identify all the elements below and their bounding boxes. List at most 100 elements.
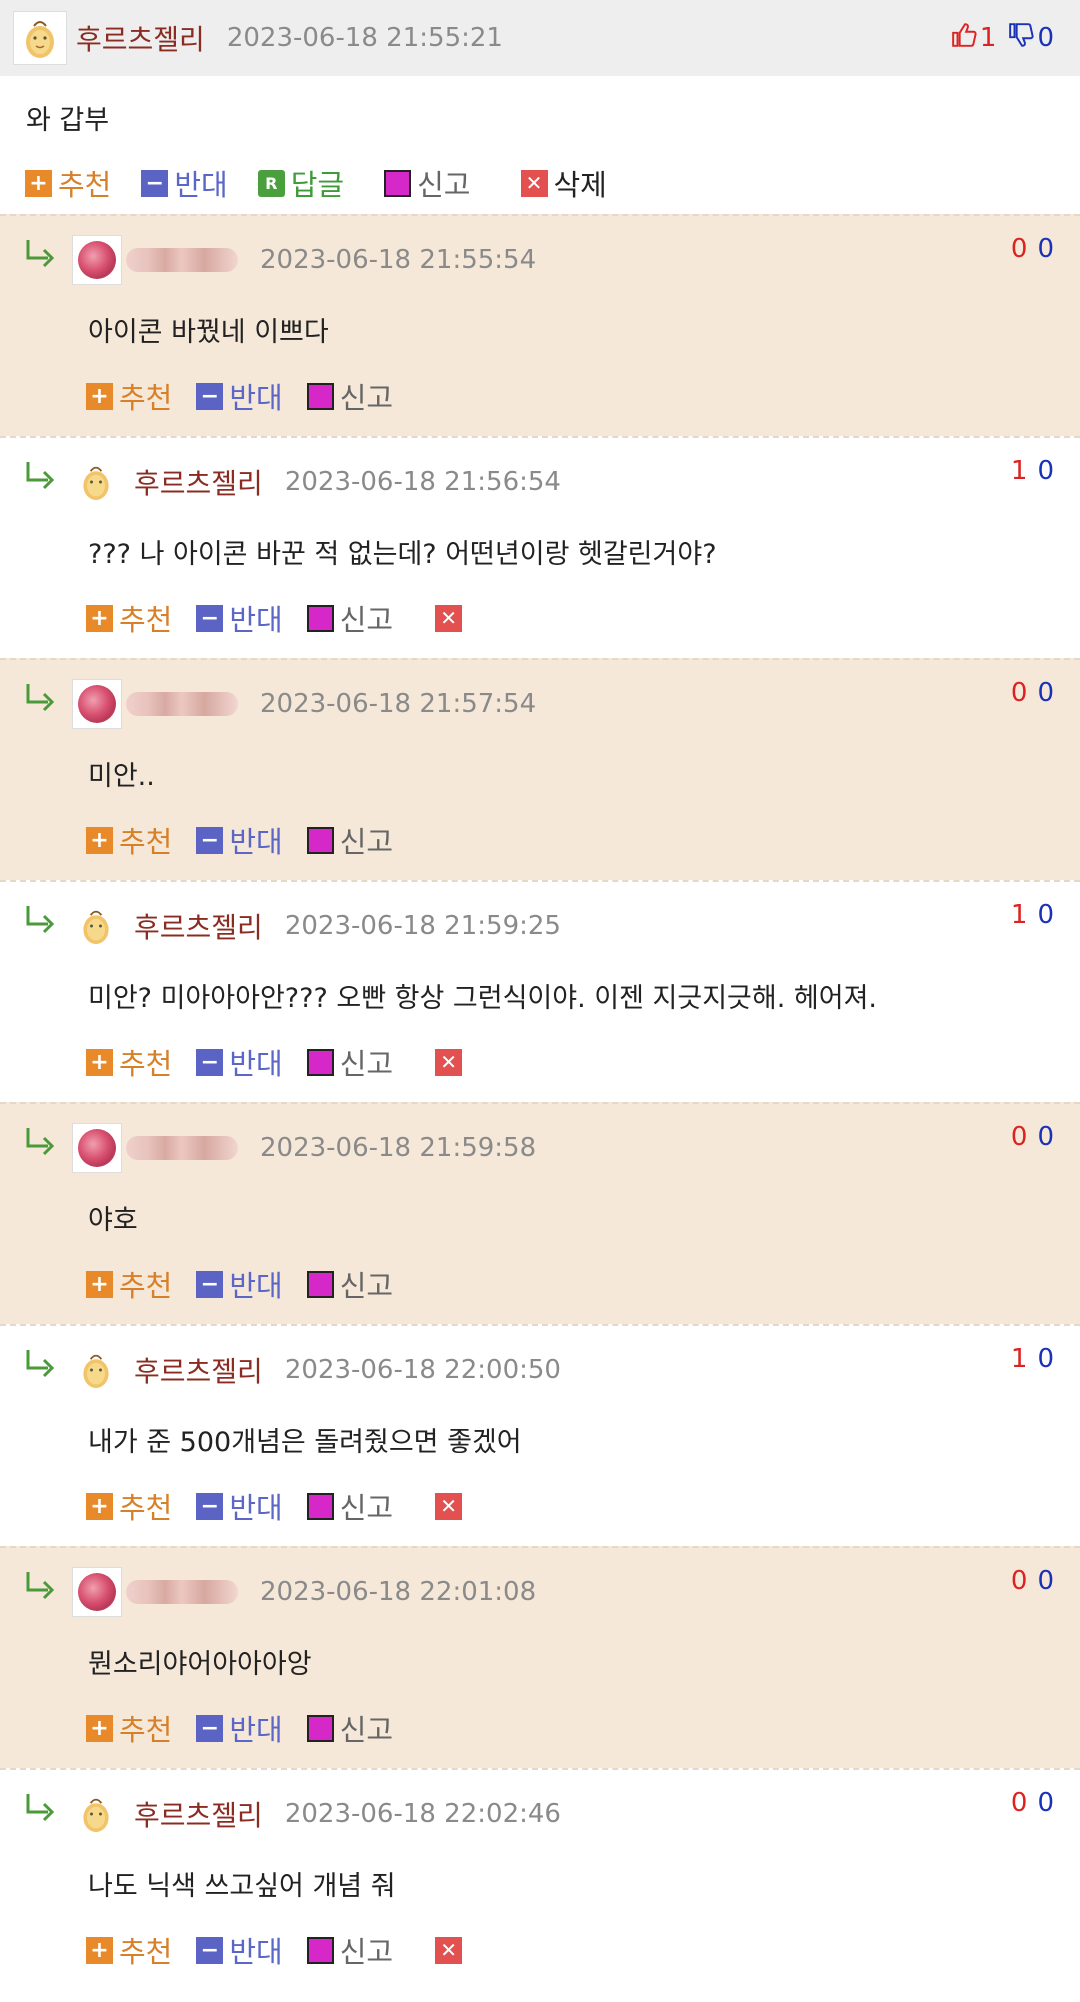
close-icon: ✕	[435, 1492, 463, 1520]
oppose-button[interactable]: − 반대	[196, 819, 283, 861]
recommend-button[interactable]: + 추천	[86, 1263, 172, 1305]
plus-icon: +	[86, 1936, 113, 1964]
plus-icon: +	[86, 1492, 113, 1520]
oppose-button[interactable]: − 반대	[141, 162, 228, 204]
blurred-nickname	[126, 692, 238, 716]
comment-row: 2023-06-18 21:57:54 00 미안.. + 추천 − 반대 신고	[0, 658, 1080, 880]
recommend-button[interactable]: + 추천	[86, 1485, 172, 1527]
recommend-button[interactable]: + 추천	[86, 1707, 172, 1749]
comment-votes: 00	[1011, 234, 1054, 264]
minus-icon: −	[196, 1492, 224, 1520]
minus-icon: −	[196, 1048, 224, 1076]
author-avatar[interactable]	[72, 458, 120, 506]
comment-nickname[interactable]: 후르츠젤리	[134, 906, 263, 946]
oppose-button[interactable]: − 반대	[196, 1263, 283, 1305]
comment-text: 뭔소리야어아아아앙	[88, 1649, 312, 1680]
recommend-button[interactable]: + 추천	[86, 1929, 172, 1971]
plus-icon: +	[86, 826, 113, 854]
thumbs-up-icon[interactable]	[951, 22, 977, 55]
recommend-button[interactable]: + 추천	[86, 819, 172, 861]
comment-up-count: 0	[1010, 1788, 1028, 1818]
reply-arrow-icon	[26, 240, 55, 268]
report-button[interactable]: 신고	[306, 1041, 393, 1083]
rose-avatar[interactable]	[72, 1567, 122, 1617]
report-button[interactable]: 신고	[306, 597, 393, 639]
comment-date: 2023-06-18 21:56:54	[284, 467, 561, 497]
author-avatar[interactable]	[72, 902, 120, 950]
report-button[interactable]: 신고	[306, 1485, 393, 1527]
report-button[interactable]: 신고	[306, 375, 393, 417]
recommend-button[interactable]: + 추천	[25, 162, 111, 204]
comment-text: 아이콘 바꿨네 이쁘다	[88, 317, 329, 348]
reply-arrow-icon	[26, 1350, 55, 1378]
comment-up-count: 1	[1010, 456, 1028, 486]
post-votes: 1 0	[948, 0, 1054, 76]
report-button[interactable]: 신고	[384, 162, 471, 204]
comment-nickname[interactable]: 후르츠젤리	[134, 1350, 263, 1390]
rose-avatar[interactable]	[72, 1123, 122, 1173]
delete-button[interactable]: ✕	[435, 1048, 468, 1076]
comment-row: 후르츠젤리 2023-06-18 21:59:25 10 미안? 미아아아안??…	[0, 880, 1080, 1102]
comment-date: 2023-06-18 21:57:54	[260, 689, 537, 719]
up-count: 1	[979, 23, 997, 53]
oppose-button[interactable]: − 반대	[196, 375, 283, 417]
comment-actions: + 추천 − 반대 신고	[86, 1705, 417, 1751]
post-header: 후르츠젤리 2023-06-18 21:55:21 1 0	[0, 0, 1080, 76]
comment-nickname[interactable]: 후르츠젤리	[134, 1794, 263, 1834]
delete-button[interactable]: ✕	[435, 604, 468, 632]
thumbs-down-icon[interactable]	[1008, 22, 1035, 55]
oppose-button[interactable]: − 반대	[196, 1041, 283, 1083]
comment-down-count: 0	[1037, 1566, 1054, 1596]
comment-list: 2023-06-18 21:55:54 00 아이콘 바꿨네 이쁘다 + 추천 −…	[0, 214, 1080, 1990]
comment-text: 나도 닉색 쓰고싶어 개념 줘	[88, 1871, 396, 1902]
report-button[interactable]: 신고	[306, 1707, 393, 1749]
report-button[interactable]: 신고	[306, 819, 393, 861]
comment-text: ??? 나 아이콘 바꾼 적 없는데? 어떤년이랑 헷갈린거야?	[88, 539, 717, 570]
comment-text: 야호	[88, 1205, 138, 1236]
oppose-button[interactable]: − 반대	[196, 597, 283, 639]
recommend-button[interactable]: + 추천	[86, 375, 172, 417]
blurred-nickname	[126, 248, 238, 272]
comment-up-count: 1	[1010, 900, 1028, 930]
delete-button[interactable]: ✕	[435, 1492, 468, 1520]
oppose-button[interactable]: − 반대	[196, 1485, 283, 1527]
comment-date: 2023-06-18 21:55:54	[260, 245, 537, 275]
minus-icon: −	[196, 604, 224, 632]
siren-icon	[384, 169, 412, 197]
report-button[interactable]: 신고	[306, 1929, 393, 1971]
plus-icon: +	[86, 1714, 113, 1742]
recommend-button[interactable]: + 추천	[86, 597, 172, 639]
author-avatar[interactable]	[13, 11, 67, 65]
rose-avatar[interactable]	[72, 679, 122, 729]
comment-header: 2023-06-18 21:57:54	[72, 675, 1056, 733]
oppose-button[interactable]: − 반대	[196, 1707, 283, 1749]
plus-icon: +	[86, 1270, 113, 1298]
author-avatar[interactable]	[72, 1346, 120, 1394]
rose-avatar[interactable]	[72, 235, 122, 285]
comment-votes: 00	[1011, 1788, 1054, 1818]
comment-header: 후르츠젤리 2023-06-18 22:00:50	[72, 1341, 1056, 1399]
comment-header: 2023-06-18 22:01:08	[72, 1563, 1056, 1621]
comment-text: 미안? 미아아아안??? 오빤 항상 그런식이야. 이젠 지긋지긋해. 헤어져.	[88, 983, 877, 1014]
delete-button[interactable]: ✕	[435, 1936, 468, 1964]
post-text: 와 갑부	[26, 105, 110, 136]
reply-button[interactable]: R 답글	[257, 162, 344, 204]
oppose-button[interactable]: − 반대	[196, 1929, 283, 1971]
author-nickname[interactable]: 후르츠젤리	[76, 18, 205, 58]
comment-down-count: 0	[1037, 1122, 1054, 1152]
plus-icon: +	[25, 169, 52, 197]
comment-votes: 00	[1011, 678, 1054, 708]
reply-arrow-icon	[26, 1128, 55, 1156]
siren-icon	[306, 1714, 334, 1742]
minus-icon: −	[196, 1936, 224, 1964]
comment-row: 후르츠젤리 2023-06-18 21:56:54 10 ??? 나 아이콘 바…	[0, 436, 1080, 658]
report-button[interactable]: 신고	[306, 1263, 393, 1305]
comment-votes: 10	[1011, 1344, 1054, 1374]
minus-icon: −	[196, 826, 224, 854]
comment-nickname[interactable]: 후르츠젤리	[134, 462, 263, 502]
siren-icon	[306, 604, 334, 632]
author-avatar[interactable]	[72, 1790, 120, 1838]
recommend-button[interactable]: + 추천	[86, 1041, 172, 1083]
comment-down-count: 0	[1037, 234, 1054, 264]
delete-button[interactable]: ✕ 삭제	[520, 162, 607, 204]
